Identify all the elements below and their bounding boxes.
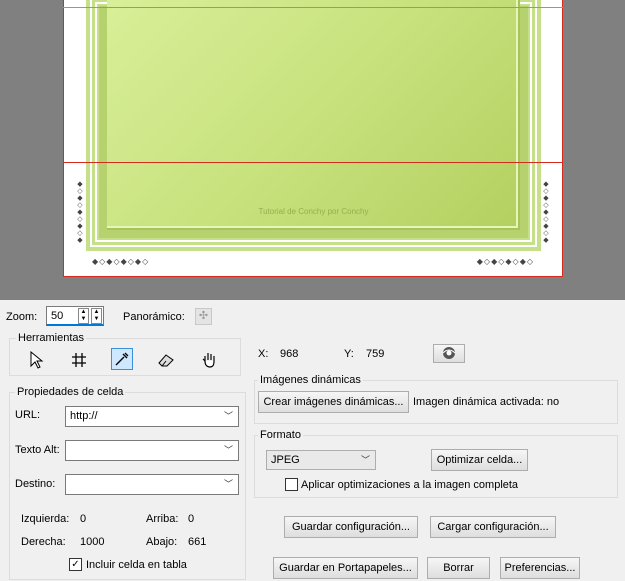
slice-tool[interactable] bbox=[68, 349, 90, 371]
image-canvas: Tutorial de Conchy por Conchy ◆ ◇ ◆ ◇ ◆ ◇ ◆ ◇ ◆ … bbox=[63, 0, 563, 277]
format-select-value: JPEG bbox=[271, 454, 300, 466]
hand-tool[interactable] bbox=[198, 349, 220, 371]
x-value: 968 bbox=[280, 348, 299, 360]
chevron-down-icon: ﹀ bbox=[223, 479, 233, 489]
eraser-icon bbox=[158, 354, 174, 367]
top-value: 0 bbox=[188, 513, 195, 525]
zoom-value: 50 bbox=[51, 310, 64, 322]
x-label: X: bbox=[258, 348, 269, 360]
eyedropper-icon bbox=[115, 352, 129, 366]
zoom-spin-icon[interactable]: ▲ ▼ bbox=[78, 308, 89, 324]
zoom-spin-down-icon[interactable]: ▲ ▼ bbox=[91, 308, 102, 324]
target-combobox[interactable]: ﹀ bbox=[65, 474, 239, 495]
zoom-label: Zoom: bbox=[6, 311, 38, 323]
left-value: 0 bbox=[80, 513, 87, 525]
image-center-panel bbox=[107, 0, 520, 230]
dynamic-image-status: Imagen dinámica activada: no bbox=[413, 396, 560, 408]
bottom-ornament-right: ◆◇◆◇◆◇◆◇ bbox=[476, 257, 534, 266]
apply-all-label: Aplicar optimizaciones a la imagen compl… bbox=[301, 479, 519, 491]
eraser-tool[interactable] bbox=[155, 349, 177, 371]
create-dynamic-images-button[interactable]: Crear imágenes dinámicas... bbox=[258, 391, 409, 413]
left-label: Izquierda: bbox=[21, 513, 70, 525]
image-frame: Tutorial de Conchy por Conchy bbox=[86, 0, 541, 251]
y-value: 759 bbox=[366, 348, 385, 360]
url-value: http:// bbox=[70, 410, 98, 422]
save-clipboard-button[interactable]: Guardar en Portapapeles... bbox=[273, 557, 418, 579]
slicer-control-panel: Zoom: 50 ▲ ▼ ▲ ▼ Panorámico: ✣ Herramienta… bbox=[0, 300, 625, 581]
load-settings-button[interactable]: Cargar configuración... bbox=[430, 516, 556, 538]
bottom-label: Abajo: bbox=[146, 536, 178, 548]
arrow-select-icon bbox=[30, 351, 44, 369]
hand-pan-icon bbox=[202, 353, 215, 368]
include-cell-checkbox[interactable]: ✓ bbox=[69, 558, 82, 571]
slice-outline-selected[interactable] bbox=[63, 0, 563, 8]
grid-slice-icon bbox=[72, 353, 86, 367]
eye-preview-icon bbox=[442, 347, 456, 360]
chevron-down-icon: ﹀ bbox=[223, 445, 233, 455]
y-label: Y: bbox=[344, 348, 354, 360]
zoom-spinbox[interactable]: 50 ▲ ▼ ▲ ▼ bbox=[46, 306, 104, 326]
image-watermark: Tutorial de Conchy por Conchy bbox=[258, 207, 369, 216]
apply-all-checkbox[interactable] bbox=[285, 478, 298, 491]
chevron-down-icon: ﹀ bbox=[223, 411, 233, 421]
tools-title: Herramientas bbox=[16, 332, 87, 344]
right-label: Derecha: bbox=[21, 536, 66, 548]
checkmark-icon: ✓ bbox=[71, 559, 80, 570]
cell-properties-title: Propiedades de celda bbox=[15, 386, 126, 398]
save-settings-button[interactable]: Guardar configuración... bbox=[284, 516, 418, 538]
preview-button[interactable] bbox=[433, 344, 465, 363]
image-preview[interactable]: Tutorial de Conchy por Conchy ◆ ◇ ◆ ◇ ◆ ◇ ◆ ◇ ◆ … bbox=[0, 0, 625, 300]
url-combobox[interactable]: http:// ﹀ bbox=[65, 406, 239, 427]
slice-divider-line[interactable] bbox=[63, 162, 563, 163]
eyedropper-tool[interactable] bbox=[111, 348, 133, 370]
move-cross-icon: ✣ bbox=[198, 310, 209, 322]
format-select[interactable]: JPEG ﹀ bbox=[266, 450, 376, 470]
right-value: 1000 bbox=[80, 536, 105, 548]
url-label: URL: bbox=[15, 409, 41, 421]
dynamic-images-title: Imágenes dinámicas bbox=[258, 374, 363, 386]
bottom-ornament-left: ◆◇◆◇◆◇◆◇ bbox=[92, 257, 150, 266]
alt-text-label: Texto Alt: bbox=[15, 444, 60, 456]
chevron-down-icon: ﹀ bbox=[360, 455, 370, 465]
include-cell-label: Incluir celda en tabla bbox=[86, 559, 187, 571]
corner-ornament-left: ◆ ◇ ◆ ◇ ◆ ◇ ◆ ◇ ◆ bbox=[77, 181, 83, 244]
clear-button[interactable]: Borrar bbox=[427, 557, 490, 579]
preferences-button[interactable]: Preferencias... bbox=[500, 557, 580, 579]
bottom-value: 661 bbox=[188, 536, 207, 548]
target-label: Destino: bbox=[15, 478, 56, 490]
alt-text-combobox[interactable]: ﹀ bbox=[65, 440, 239, 461]
top-label: Arriba: bbox=[146, 513, 179, 525]
format-title: Formato bbox=[258, 429, 303, 441]
pan-label: Panorámico: bbox=[123, 311, 185, 323]
pan-button[interactable]: ✣ bbox=[195, 308, 212, 325]
corner-ornament-right: ◆ ◇ ◆ ◇ ◆ ◇ ◆ ◇ ◆ bbox=[543, 181, 549, 244]
arrow-select-tool[interactable] bbox=[25, 349, 47, 371]
optimize-cell-button[interactable]: Optimizar celda... bbox=[431, 449, 528, 471]
